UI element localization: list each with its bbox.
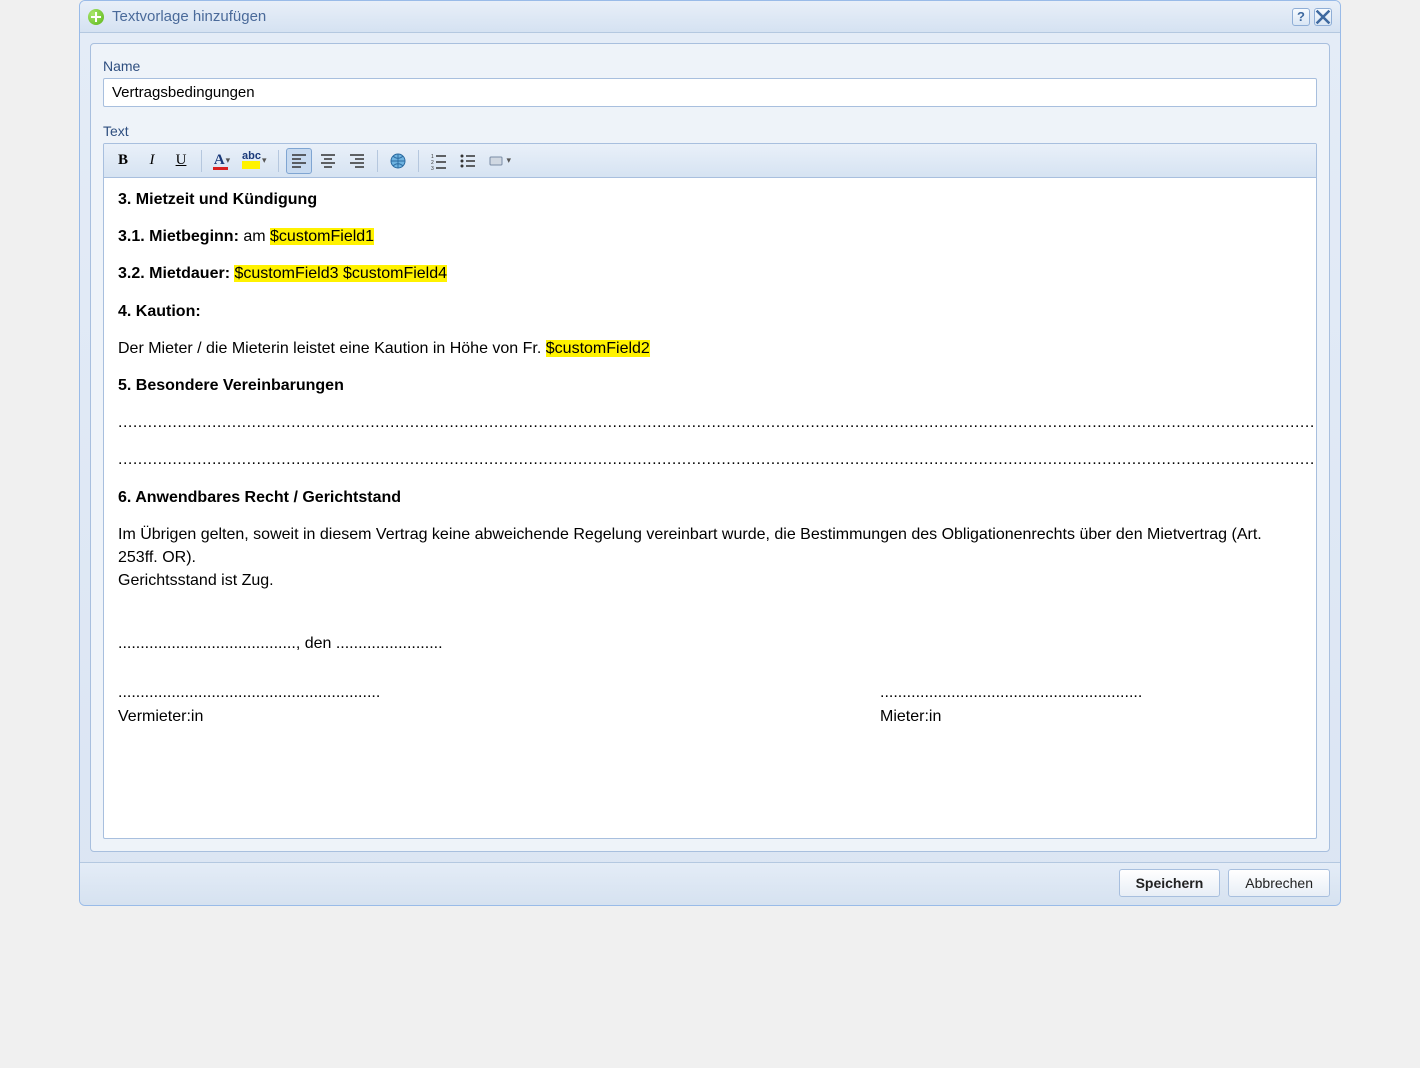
placeholder-customfield2: $customField2 [546,340,650,357]
align-right-button[interactable] [344,148,370,174]
forecolor-button[interactable]: A ▾ [209,148,235,174]
align-left-button[interactable] [286,148,312,174]
dialog-footer: Speichern Abbrechen [80,862,1340,905]
underline-button[interactable]: U [168,148,194,174]
globe-icon [389,152,407,170]
name-input[interactable] [103,78,1317,107]
window-title: Textvorlage hinzufügen [112,8,266,25]
help-button[interactable]: ? [1292,8,1310,26]
add-icon [88,9,104,25]
align-center-icon [319,152,337,170]
titlebar: Textvorlage hinzufügen ? [80,1,1340,33]
unordered-list-icon [459,152,477,170]
align-right-icon [348,152,366,170]
fill-line: ........................................… [118,448,1302,471]
name-label: Name [103,58,1317,74]
close-button[interactable] [1314,8,1332,26]
heading-3: 3. Mietzeit und Kündigung [118,191,317,208]
content-panel: Name Text B I U A ▾ a [90,43,1330,852]
placeholder-customfield3-4: $customField3 $customField4 [234,265,447,282]
toolbar-separator [201,150,202,172]
dropdown-icon: ▾ [507,155,512,166]
editor-content[interactable]: 3. Mietzeit und Kündigung 3.1. Mietbegin… [104,178,1316,838]
heading-5: 5. Besondere Vereinbarungen [118,377,344,394]
forecolor-swatch [213,167,228,170]
heading-3-1: 3.1. Mietbeginn: [118,228,239,245]
placeholder-customfield1: $customField1 [270,228,374,245]
text-label: Text [103,123,1317,139]
heading-4: 4. Kaution: [118,303,201,320]
toolbar-separator [278,150,279,172]
insert-link-button[interactable] [385,148,411,174]
signature-right: ........................................… [540,681,1302,727]
ordered-list-button[interactable]: 123 [426,148,452,174]
dropdown-icon: ▾ [262,155,267,166]
place-date-line: ........................................… [118,632,1302,655]
toolbar-separator [377,150,378,172]
rich-text-editor: B I U A ▾ abc ▾ [103,143,1317,839]
ordered-list-icon: 123 [430,152,448,170]
highlight-button[interactable]: abc ▾ [238,148,271,174]
insert-icon [488,152,506,170]
signature-row: ........................................… [118,681,1302,727]
bold-button[interactable]: B [110,148,136,174]
align-left-icon [290,152,308,170]
highlight-swatch [242,161,260,169]
svg-text:3: 3 [431,166,434,170]
editor-toolbar: B I U A ▾ abc ▾ [104,144,1316,178]
save-button[interactable]: Speichern [1119,869,1221,897]
cancel-button[interactable]: Abbrechen [1228,869,1330,897]
unordered-list-button[interactable] [455,148,481,174]
dialog-window: Textvorlage hinzufügen ? Name Text B I U [79,0,1341,906]
dropdown-icon: ▾ [226,155,231,166]
text-field-group: Text B I U A ▾ abc [103,123,1317,839]
heading-3-2: 3.2. Mietdauer: [118,265,230,282]
italic-button[interactable]: I [139,148,165,174]
align-center-button[interactable] [315,148,341,174]
signature-right-label: Mieter:in [880,708,941,725]
titlebar-tools: ? [1292,8,1332,26]
signature-left: ........................................… [118,681,540,727]
signature-left-label: Vermieter:in [118,708,203,725]
name-field-group: Name [103,58,1317,107]
heading-6: 6. Anwendbares Recht / Gerichtstand [118,489,401,506]
fill-line: ........................................… [118,411,1302,434]
insert-object-button[interactable]: ▾ [484,148,516,174]
toolbar-separator [418,150,419,172]
